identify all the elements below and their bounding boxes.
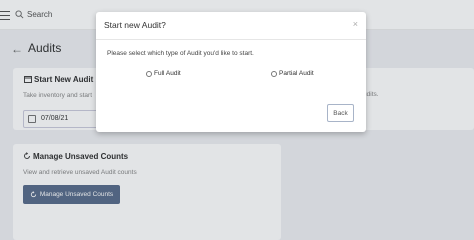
close-icon[interactable]: ×	[353, 19, 358, 29]
modal-header: Start new Audit? ×	[96, 12, 366, 40]
back-button[interactable]: Back	[327, 104, 354, 122]
partial-audit-radio[interactable]: Partial Audit	[271, 70, 314, 77]
modal-title: Start new Audit?	[104, 20, 166, 30]
radio-circle[interactable]	[271, 70, 277, 77]
radio-circle[interactable]	[146, 70, 152, 77]
full-audit-radio[interactable]: Full Audit	[146, 70, 181, 77]
radio-label: Full Audit	[154, 70, 181, 77]
radio-label: Partial Audit	[279, 70, 314, 77]
modal-prompt: Please select which type of Audit you'd …	[107, 50, 254, 57]
start-audit-modal: Start new Audit? × Please select which t…	[96, 12, 366, 132]
